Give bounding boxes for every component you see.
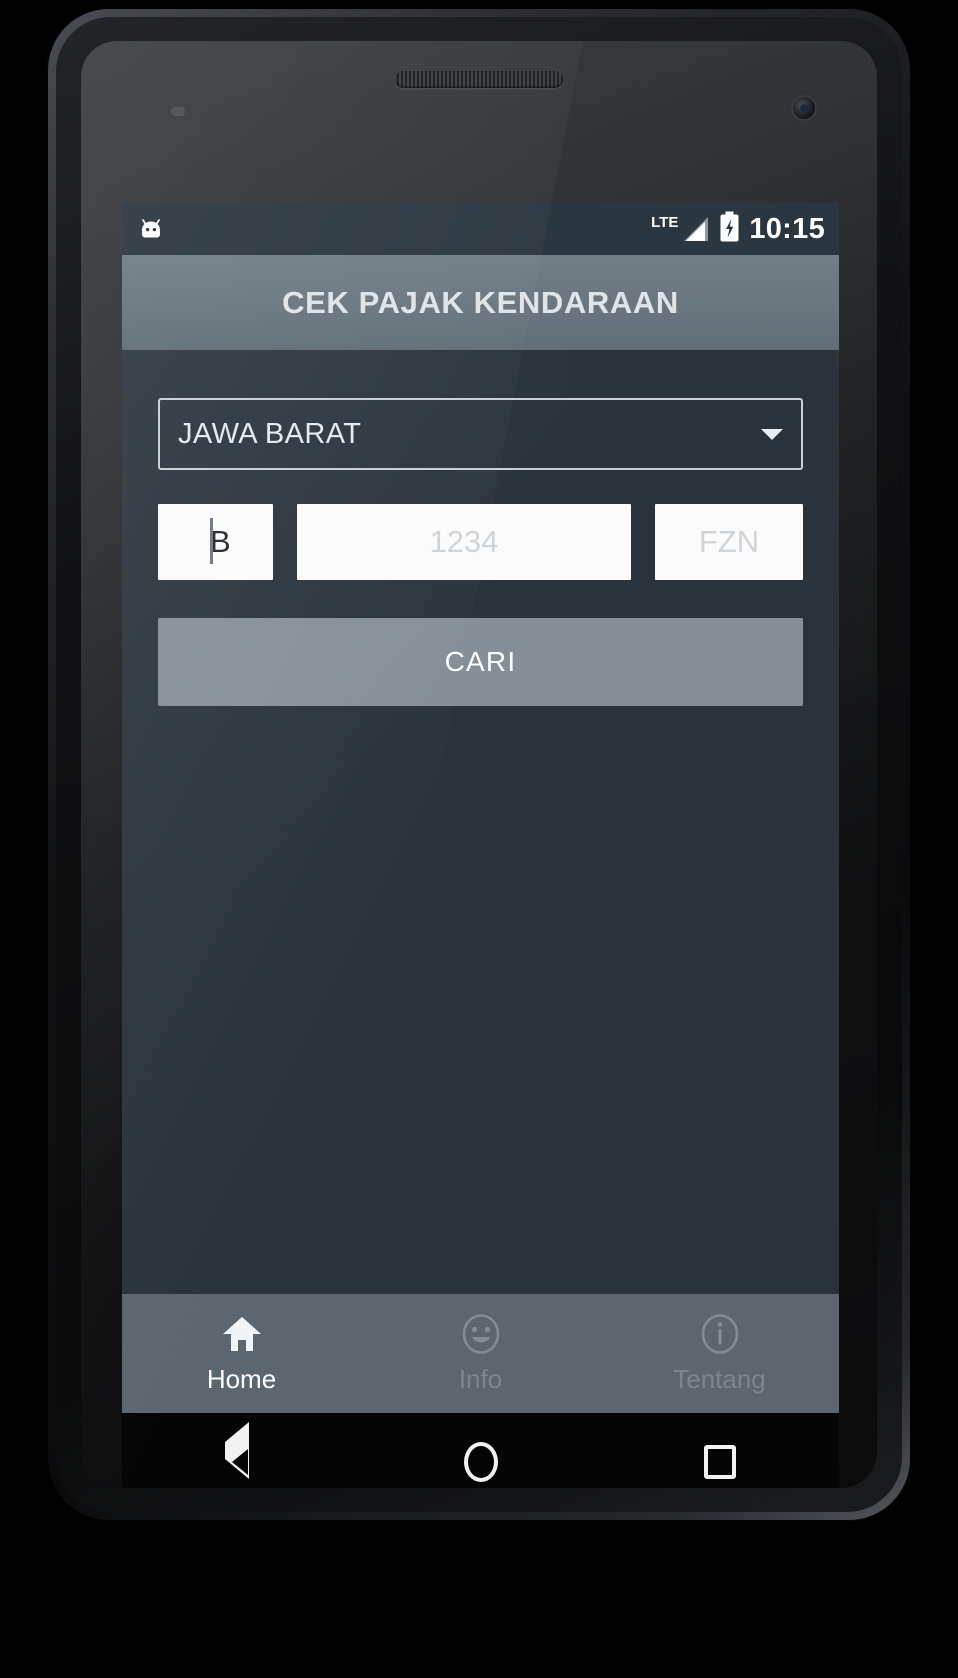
- info-circle-icon: [700, 1313, 740, 1355]
- back-triangle-icon: [224, 1422, 259, 1482]
- tab-tentang[interactable]: Tentang: [600, 1294, 839, 1413]
- status-bar-right: LTE 10:15: [651, 211, 825, 247]
- status-bar-clock: 10:15: [749, 212, 825, 245]
- lte-signal-icon: LTE: [651, 214, 710, 244]
- front-camera: [793, 97, 815, 119]
- chevron-down-icon: [761, 428, 783, 440]
- tab-info-label: Info: [458, 1363, 503, 1394]
- plate-input-row: B 1234 FZN: [158, 504, 803, 580]
- nav-home-button[interactable]: [361, 1442, 600, 1482]
- plate-number-placeholder: 1234: [429, 524, 499, 559]
- earpiece-speaker: [395, 71, 563, 88]
- plate-code-input[interactable]: B: [158, 504, 273, 580]
- home-icon: [221, 1313, 263, 1355]
- text-cursor: [210, 518, 213, 564]
- nav-back-button[interactable]: [122, 1422, 361, 1482]
- plate-code-value: B: [210, 524, 231, 559]
- tab-home[interactable]: Home: [122, 1294, 361, 1413]
- phone-device-frame: LTE 10:15 CEK PAJAK KENDARAAN JAWA BARAT…: [47, 8, 911, 1521]
- phone-screen: LTE 10:15 CEK PAJAK KENDARAAN JAWA BARAT…: [122, 203, 839, 1413]
- tab-home-label: Home: [206, 1363, 277, 1394]
- plate-suffix-placeholder: FZN: [698, 524, 760, 559]
- search-button[interactable]: CARI: [158, 618, 803, 706]
- tab-tentang-label: Tentang: [673, 1363, 766, 1394]
- recents-square-icon: [703, 1445, 736, 1479]
- status-bar-left: [138, 217, 164, 241]
- province-spinner-value: JAWA BARAT: [178, 417, 362, 450]
- bottom-tab-bar: Home Info Tentang: [122, 1294, 839, 1413]
- main-content: JAWA BARAT B 1234 FZN CARI: [122, 350, 839, 1294]
- smiley-face-icon: [461, 1313, 501, 1355]
- proximity-sensor: [171, 107, 185, 116]
- plate-number-input[interactable]: 1234: [297, 504, 631, 580]
- search-button-label: CARI: [444, 646, 517, 677]
- page-title: CEK PAJAK KENDARAAN: [282, 284, 679, 320]
- nav-recents-button[interactable]: [600, 1445, 839, 1479]
- android-head-icon: [138, 217, 164, 241]
- android-navigation-bar: [122, 1413, 839, 1488]
- phone-screen-glass: LTE 10:15 CEK PAJAK KENDARAAN JAWA BARAT…: [81, 41, 877, 1488]
- province-spinner[interactable]: JAWA BARAT: [158, 398, 803, 470]
- battery-charging-icon: [719, 211, 740, 247]
- lte-label: LTE: [651, 214, 679, 231]
- tab-info[interactable]: Info: [361, 1294, 600, 1413]
- home-circle-icon: [463, 1442, 498, 1482]
- app-bar: CEK PAJAK KENDARAAN: [122, 255, 839, 350]
- signal-bars-icon: [684, 217, 709, 241]
- status-bar: LTE 10:15: [122, 203, 839, 255]
- phone-device-inner-bezel: LTE 10:15 CEK PAJAK KENDARAAN JAWA BARAT…: [56, 17, 902, 1512]
- plate-suffix-input[interactable]: FZN: [655, 504, 803, 580]
